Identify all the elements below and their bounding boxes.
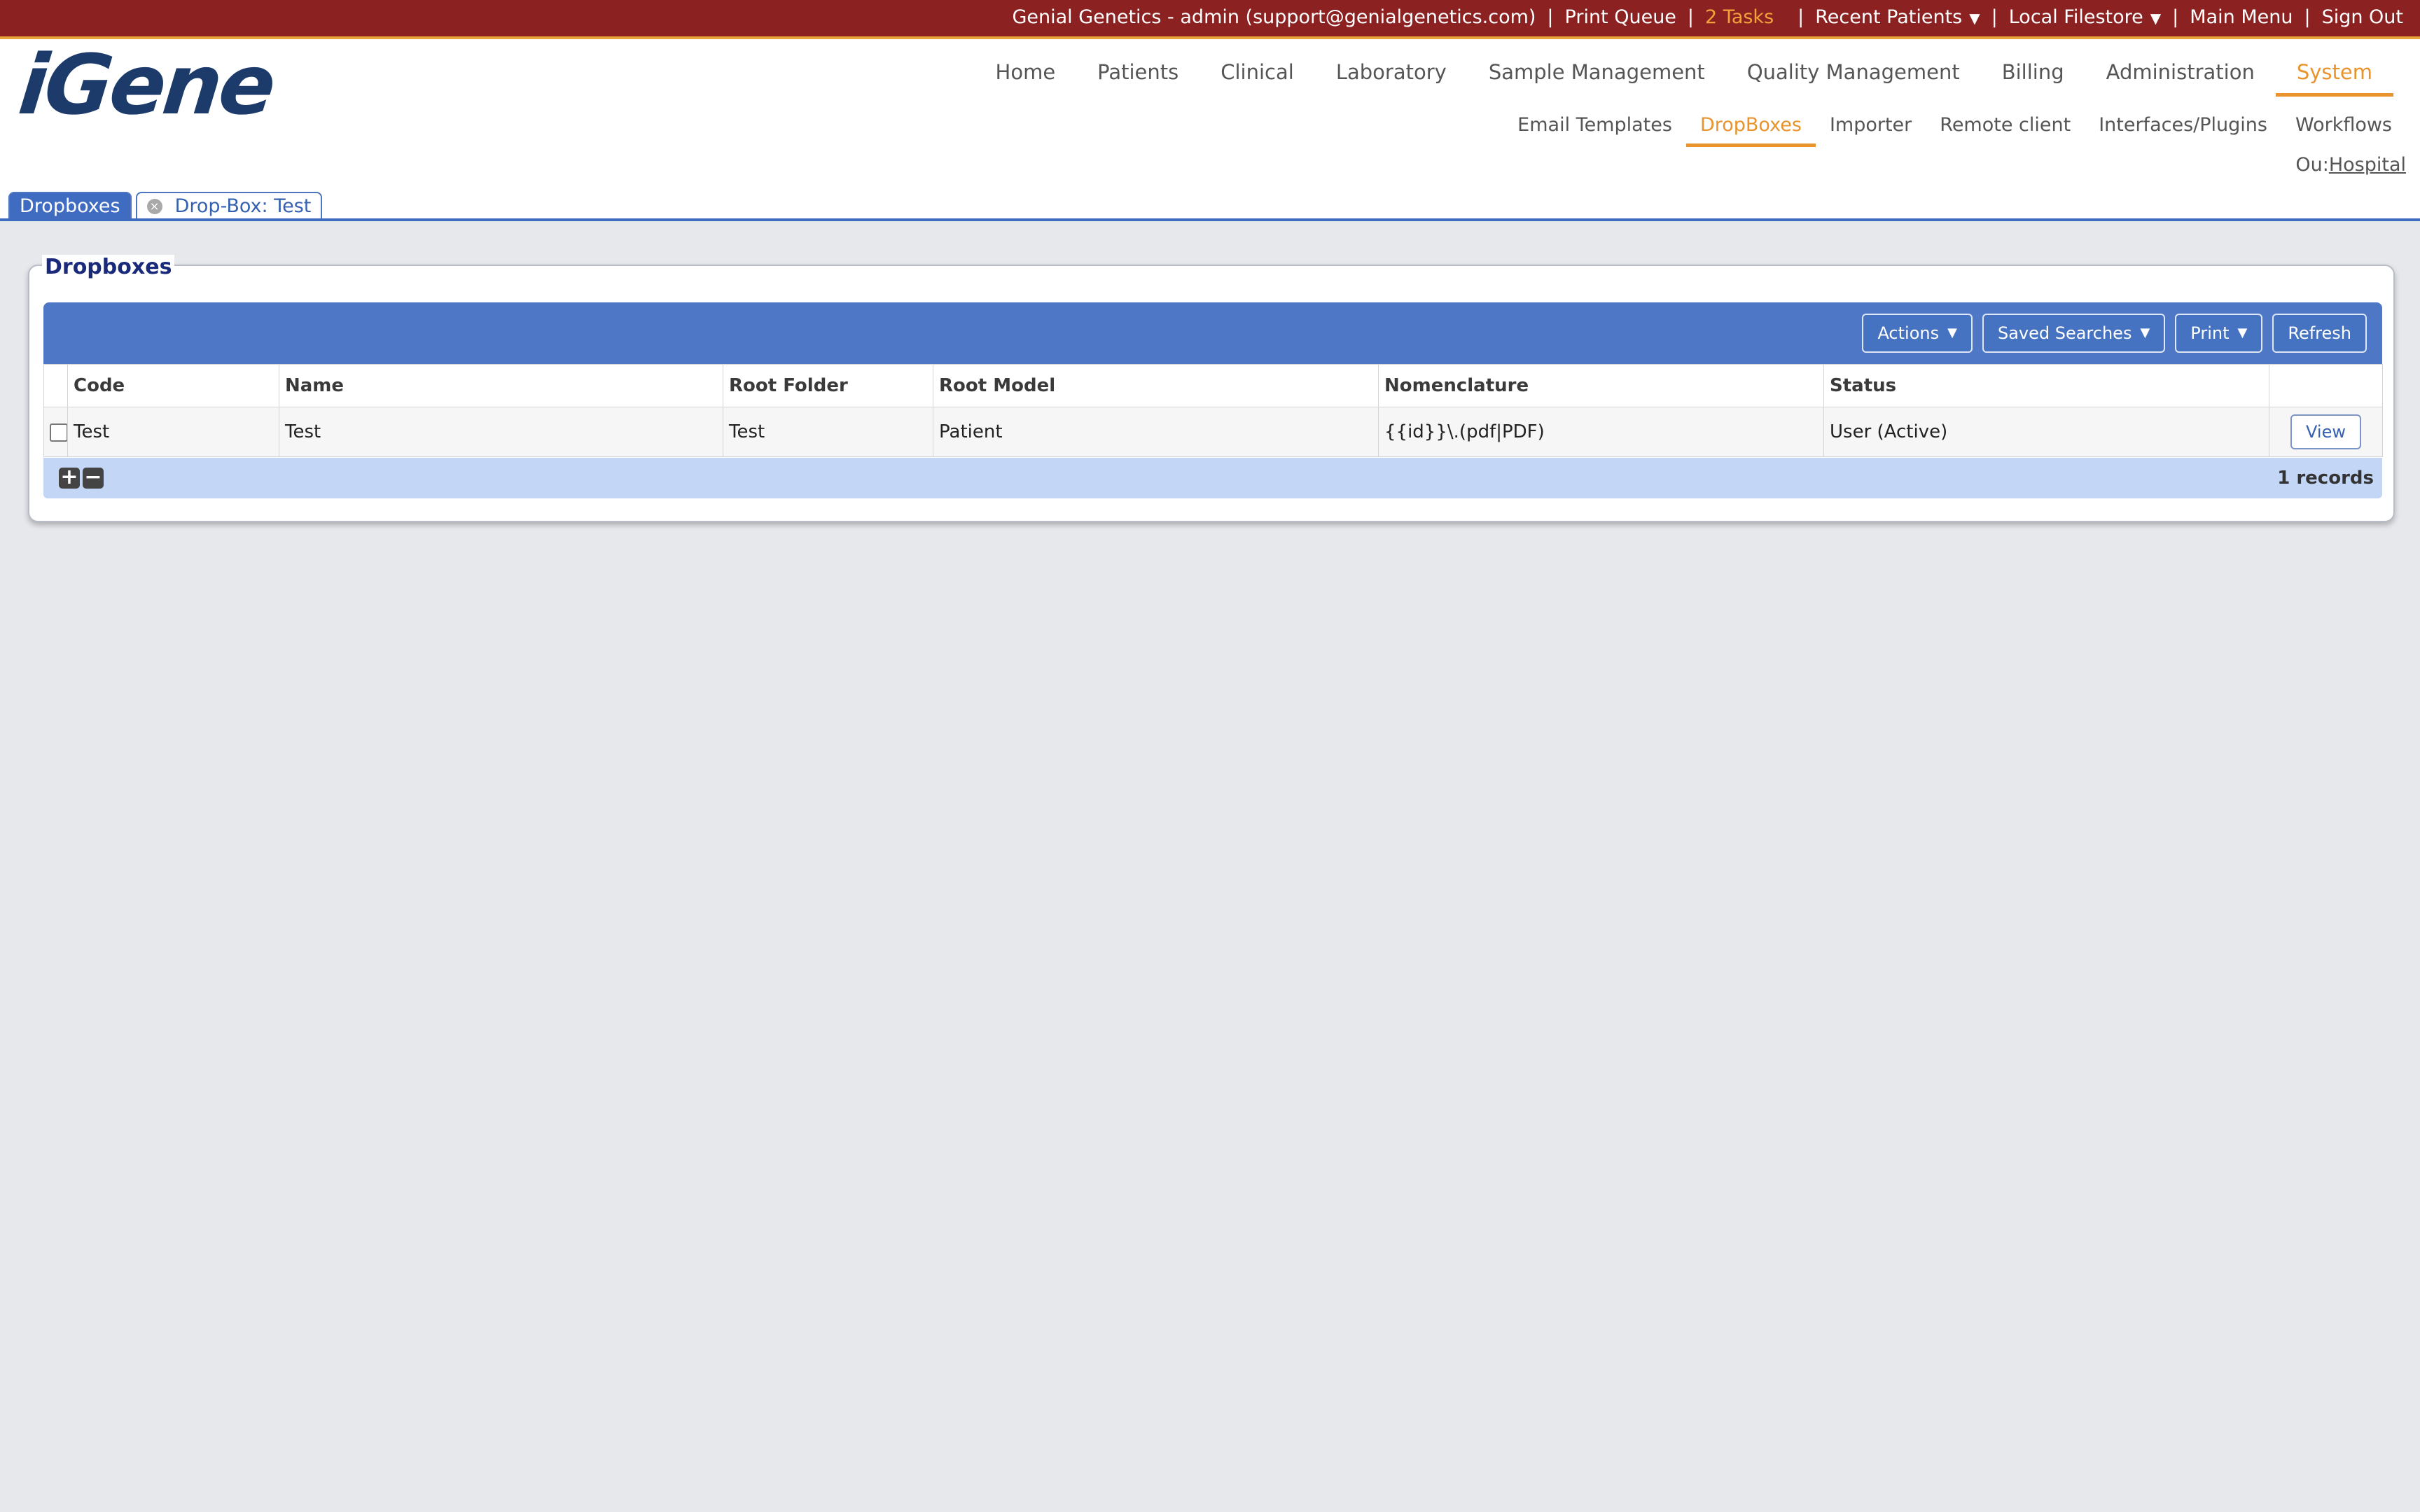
column-header-status[interactable]: Status bbox=[1823, 364, 2269, 407]
dropboxes-panel: Dropboxes Actions ▼ Saved Searches ▼ Print… bbox=[28, 255, 2395, 522]
main-nav: Home Patients Clinical Laboratory Sample… bbox=[975, 52, 2394, 105]
recent-patients-menu[interactable]: Recent Patients ▼ bbox=[1815, 6, 1980, 28]
subnav-remote-client[interactable]: Remote client bbox=[1926, 108, 2085, 147]
actions-button[interactable]: Actions ▼ bbox=[1862, 314, 1973, 353]
column-header-code[interactable]: Code bbox=[67, 364, 279, 407]
separator: | bbox=[1797, 6, 1804, 28]
dropboxes-table: Code Name Root Folder Root Model Nomencl… bbox=[43, 364, 2383, 457]
select-column-header bbox=[43, 364, 68, 407]
cell-action: View bbox=[2269, 407, 2383, 457]
nav-administration[interactable]: Administration bbox=[2085, 52, 2276, 104]
print-label: Print bbox=[2190, 323, 2230, 343]
separator: | bbox=[2304, 6, 2311, 28]
print-button[interactable]: Print ▼ bbox=[2175, 314, 2263, 353]
tab-dropboxes[interactable]: Dropboxes bbox=[8, 192, 132, 220]
separator: | bbox=[1991, 6, 1998, 28]
tab-label: Drop-Box: Test bbox=[174, 195, 312, 217]
close-icon[interactable]: × bbox=[146, 199, 162, 214]
expand-all-icon[interactable]: + bbox=[59, 467, 80, 489]
row-select-cell bbox=[43, 407, 68, 457]
subnav-email-templates[interactable]: Email Templates bbox=[1503, 108, 1686, 147]
actions-label: Actions bbox=[1877, 323, 1940, 343]
sub-nav: Email Templates DropBoxes Importer Remot… bbox=[1503, 108, 2406, 150]
grid-toolbar: Actions ▼ Saved Searches ▼ Print ▼ Refresh bbox=[43, 302, 2382, 364]
chevron-down-icon: ▼ bbox=[2150, 9, 2162, 27]
separator: | bbox=[2172, 6, 2179, 28]
row-checkbox[interactable] bbox=[50, 423, 67, 442]
cell-root-folder: Test bbox=[723, 407, 933, 457]
ou-label: Ou: bbox=[2295, 154, 2329, 176]
page-tabs: Dropboxes × Drop-Box: Test bbox=[8, 192, 326, 220]
cell-code: Test bbox=[67, 407, 279, 457]
collapse-all-icon[interactable]: − bbox=[83, 467, 104, 489]
saved-searches-label: Saved Searches bbox=[1997, 323, 2132, 343]
subnav-importer[interactable]: Importer bbox=[1816, 108, 1926, 147]
tab-drop-box-test[interactable]: × Drop-Box: Test bbox=[135, 192, 323, 220]
cell-name: Test bbox=[279, 407, 723, 457]
nav-home[interactable]: Home bbox=[975, 52, 1077, 104]
subnav-interfaces-plugins[interactable]: Interfaces/Plugins bbox=[2085, 108, 2281, 147]
chevron-down-icon: ▼ bbox=[1947, 326, 1957, 340]
chevron-down-icon: ▼ bbox=[1969, 9, 1980, 27]
igene-logo[interactable]: iGene bbox=[15, 36, 278, 133]
chevron-down-icon: ▼ bbox=[2140, 326, 2150, 340]
panel-title: Dropboxes bbox=[42, 255, 175, 279]
subnav-workflows[interactable]: Workflows bbox=[2281, 108, 2406, 147]
print-queue-link[interactable]: Print Queue bbox=[1565, 6, 1676, 28]
nav-clinical[interactable]: Clinical bbox=[1199, 52, 1315, 104]
separator: | bbox=[1547, 6, 1554, 28]
nav-patients[interactable]: Patients bbox=[1076, 52, 1199, 104]
cell-nomenclature: {{id}}\.(pdf|PDF) bbox=[1378, 407, 1824, 457]
subnav-dropboxes[interactable]: DropBoxes bbox=[1685, 108, 1816, 147]
recent-patients-label: Recent Patients bbox=[1815, 6, 1963, 28]
refresh-button[interactable]: Refresh bbox=[2272, 314, 2367, 353]
cell-root-model: Patient bbox=[933, 407, 1379, 457]
tab-divider bbox=[0, 218, 2420, 221]
column-header-root-folder[interactable]: Root Folder bbox=[723, 364, 933, 407]
column-header-name[interactable]: Name bbox=[279, 364, 723, 407]
column-header-root-model[interactable]: Root Model bbox=[933, 364, 1379, 407]
nav-quality-management[interactable]: Quality Management bbox=[1726, 52, 1981, 104]
local-filestore-menu[interactable]: Local Filestore ▼ bbox=[2009, 6, 2161, 28]
ou-link[interactable]: Hospital bbox=[2329, 154, 2406, 176]
org-unit: Ou:Hospital bbox=[2295, 154, 2406, 176]
local-filestore-label: Local Filestore bbox=[2008, 6, 2143, 28]
column-header-nomenclature[interactable]: Nomenclature bbox=[1378, 364, 1824, 407]
nav-laboratory[interactable]: Laboratory bbox=[1315, 52, 1468, 104]
table-row[interactable]: Test Test Test Patient {{id}}\.(pdf|PDF)… bbox=[43, 407, 2383, 457]
saved-searches-button[interactable]: Saved Searches ▼ bbox=[1982, 314, 2166, 353]
chevron-down-icon: ▼ bbox=[2237, 326, 2248, 340]
grid-footer: + − 1 records bbox=[43, 458, 2382, 498]
user-info: Genial Genetics - admin (support@genialg… bbox=[1012, 6, 1536, 28]
tasks-link[interactable]: 2 Tasks bbox=[1705, 6, 1774, 28]
actions-column-header bbox=[2269, 364, 2383, 407]
top-bar: Genial Genetics - admin (support@genialg… bbox=[0, 0, 2420, 39]
main-menu-link[interactable]: Main Menu bbox=[2190, 6, 2293, 28]
separator: | bbox=[1687, 6, 1695, 28]
table-header-row: Code Name Root Folder Root Model Nomencl… bbox=[43, 364, 2383, 407]
cell-status: User (Active) bbox=[1823, 407, 2269, 457]
nav-system[interactable]: System bbox=[2275, 52, 2394, 104]
view-button[interactable]: View bbox=[2290, 414, 2361, 449]
nav-billing[interactable]: Billing bbox=[1981, 52, 2085, 104]
sign-out-link[interactable]: Sign Out bbox=[2322, 6, 2403, 28]
record-count: 1 records bbox=[2277, 468, 2374, 489]
nav-sample-management[interactable]: Sample Management bbox=[1468, 52, 1726, 104]
